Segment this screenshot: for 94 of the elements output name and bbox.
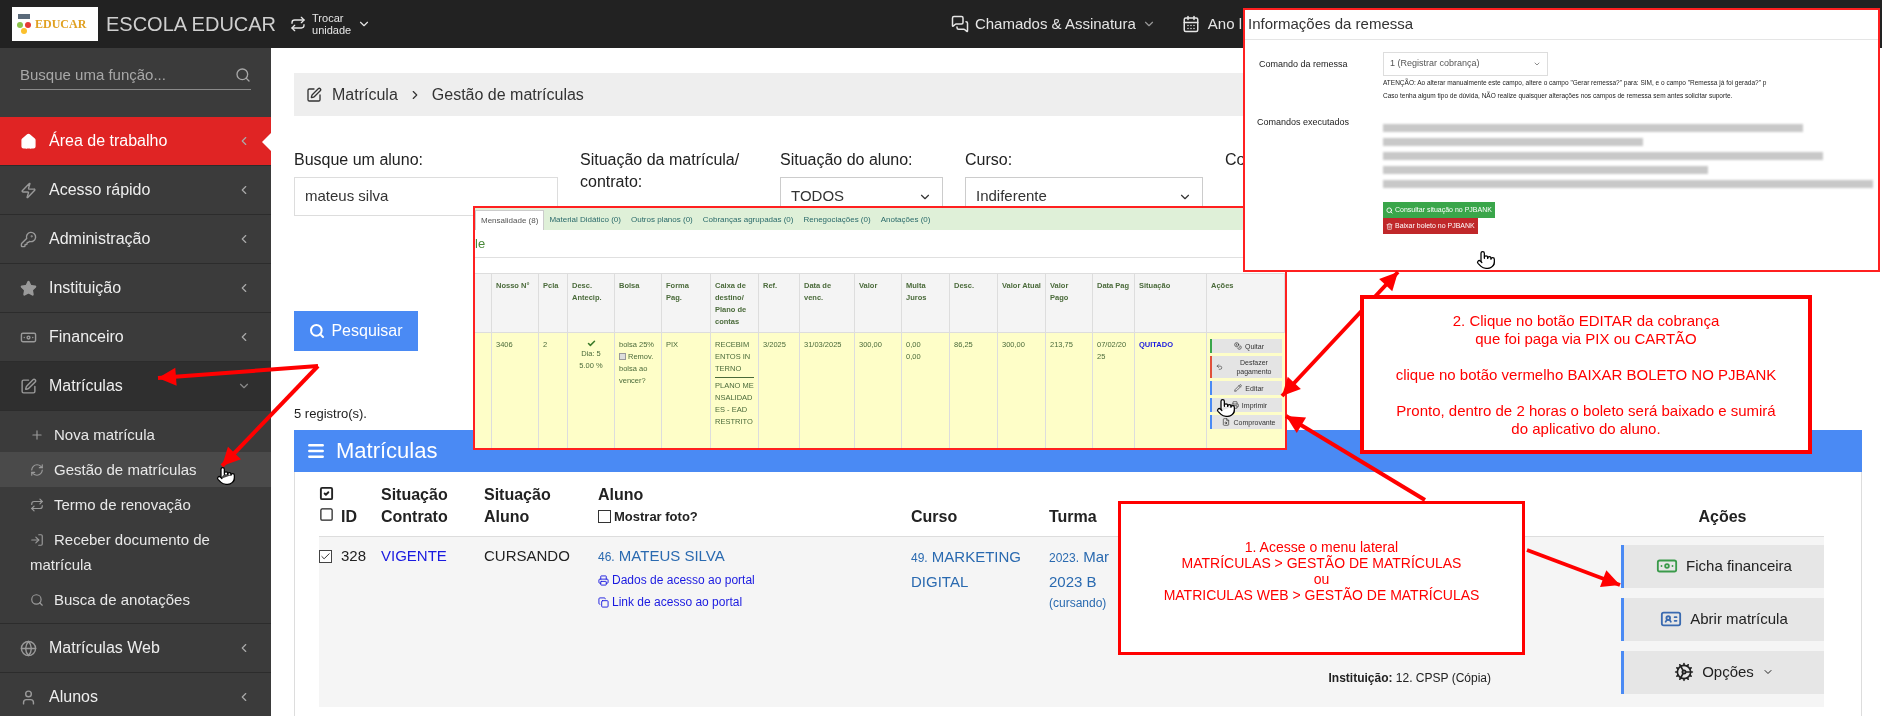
edit-icon — [306, 86, 322, 103]
instruction-text: 1. Acesse o menu lateral MATRÍCULAS > GESTÃO DE MATRÍCULAS ou MATRICULAS WEB > GESTÃO DE MATRÍCULAS — [1163, 539, 1480, 603]
search-icon — [235, 67, 251, 83]
sidebar-item[interactable]: Acesso rápido — [0, 166, 271, 215]
photo-checkbox[interactable]: Mostrar foto? — [598, 505, 911, 528]
row-checkbox[interactable] — [319, 549, 332, 563]
plus-icon — [30, 428, 44, 442]
search-icon — [309, 323, 326, 339]
trash-icon — [1386, 222, 1393, 230]
field-label: Situação da matrícula/ contrato: — [580, 150, 741, 192]
gears-icon — [1674, 662, 1695, 682]
breadcrumb-link[interactable]: Matrícula — [332, 82, 398, 107]
check-icon — [586, 339, 596, 348]
submenu-item[interactable]: Nova matrícula — [0, 417, 271, 452]
student-link[interactable]: 46. MATEUS SILVA — [598, 544, 911, 567]
column-header: Curso — [911, 506, 959, 527]
field-label: Situação do aluno: — [780, 150, 914, 170]
column-header: Aluno — [598, 484, 645, 505]
chat-icon — [950, 15, 969, 33]
tab[interactable]: Outros planos (0) — [625, 210, 698, 230]
class-link[interactable]: 2023 B — [1049, 569, 1097, 594]
field-label: Comando da remessa — [1258, 58, 1349, 71]
home-icon — [20, 132, 37, 150]
column-header: ID — [341, 506, 358, 527]
year-menu[interactable]: Ano l — [1181, 12, 1242, 36]
column-header: Turma — [1049, 506, 1098, 527]
copy-icon — [598, 596, 609, 608]
coins-icon — [1233, 342, 1242, 350]
course-link[interactable]: 49. MARKETING DIGITAL — [911, 544, 1049, 707]
calendar-icon — [1181, 15, 1200, 33]
breadcrumb-current: Gestão de matrículas — [431, 84, 584, 105]
sidebar-item[interactable]: Matrículas — [0, 362, 271, 411]
field-label: Busque um aluno: — [294, 150, 424, 170]
field-label: Curso: — [965, 150, 1014, 170]
chevron-down-icon — [1533, 60, 1541, 68]
submenu-item[interactable]: Busca de anotações — [0, 582, 271, 617]
command-select[interactable]: 1 (Registrar cobrança) — [1383, 52, 1548, 76]
repeat-icon — [30, 498, 44, 512]
action-button[interactable]: Abrir matrícula — [1621, 597, 1824, 641]
globe-icon — [20, 639, 37, 657]
record-count: 5 registro(s). — [294, 405, 367, 423]
star-icon — [20, 279, 37, 297]
sign-in-icon — [30, 533, 44, 547]
undo-icon — [1216, 363, 1223, 371]
refresh-icon — [30, 463, 44, 477]
logo-icon — [15, 13, 33, 35]
action-button[interactable]: Ficha financeira — [1621, 544, 1824, 588]
empty-box-icon[interactable] — [319, 506, 334, 522]
submenu-item[interactable]: Gestão de matrículas — [0, 452, 271, 487]
switch-unit-button[interactable]: Trocar unidade — [290, 12, 372, 36]
submenu-item[interactable]: Receber documento de matrícula — [0, 522, 271, 582]
instruction-text: 2. Clique no botão EDITAR da cobrança que foi paga via PIX ou CARTÃO — [1452, 311, 1720, 348]
column-header: Situação Aluno — [484, 484, 552, 527]
sidebar-item[interactable]: Área de trabalho — [0, 117, 271, 166]
status-link[interactable]: VIGENTE — [381, 544, 484, 707]
pencil-icon — [1234, 384, 1243, 392]
sidebar-item[interactable]: Matrículas Web — [0, 624, 271, 673]
sidebar-item[interactable]: Administração — [0, 215, 271, 264]
active-notch — [262, 133, 271, 151]
portal-link[interactable]: Link de acesso ao portal — [598, 593, 911, 611]
table-cell-text: 328 — [341, 545, 368, 566]
key-icon — [20, 230, 37, 248]
search-icon — [30, 593, 44, 607]
action-button[interactable]: Opções — [1621, 650, 1824, 694]
class-link[interactable]: 2023. Mar — [1049, 544, 1110, 570]
support-menu[interactable]: Chamados & Assinatura — [950, 12, 1156, 36]
logo-text: EDUCAR — [35, 16, 87, 33]
dialog-title: Informações da remessa — [1248, 14, 1414, 35]
sidebar-item[interactable]: Alunos — [0, 673, 271, 716]
checked-box-icon[interactable] — [319, 485, 334, 501]
school-name: ESCOLA EDUCAR — [106, 12, 277, 37]
hand-cursor-icon — [216, 466, 236, 486]
table-cell-text: CURSANDO — [484, 545, 571, 566]
lightning-icon — [20, 181, 37, 199]
sidebar-item[interactable]: Instituição — [0, 264, 271, 313]
section-heading: le — [475, 234, 486, 253]
edit-icon — [20, 377, 37, 395]
printer-icon — [598, 574, 609, 586]
class-status: (cursando) — [1049, 594, 1107, 612]
column-header: Ações — [1697, 506, 1748, 527]
submenu-item[interactable]: Termo de renovação — [0, 487, 271, 522]
user-icon — [20, 688, 37, 706]
institution-text: Instituição: 12. CPSP (Cópia) — [1328, 669, 1491, 687]
portal-link[interactable]: Dados de acesso ao portal — [598, 571, 911, 589]
tab[interactable]: Mensalidade (8) — [475, 210, 545, 230]
function-search-field[interactable]: Busque uma função... — [20, 60, 251, 90]
hand-cursor-icon — [1216, 398, 1236, 418]
search-icon — [1386, 206, 1393, 214]
field-label: Comandos executados — [1256, 116, 1351, 129]
magnifier-icon — [1222, 418, 1231, 426]
column-header: Situação Contrato — [381, 484, 449, 527]
printer-icon — [1230, 401, 1239, 409]
instruction-text: clique no botão vermelho BAIXAR BOLETO NO PJBANK — [1395, 365, 1777, 384]
switch-icon — [290, 16, 307, 32]
